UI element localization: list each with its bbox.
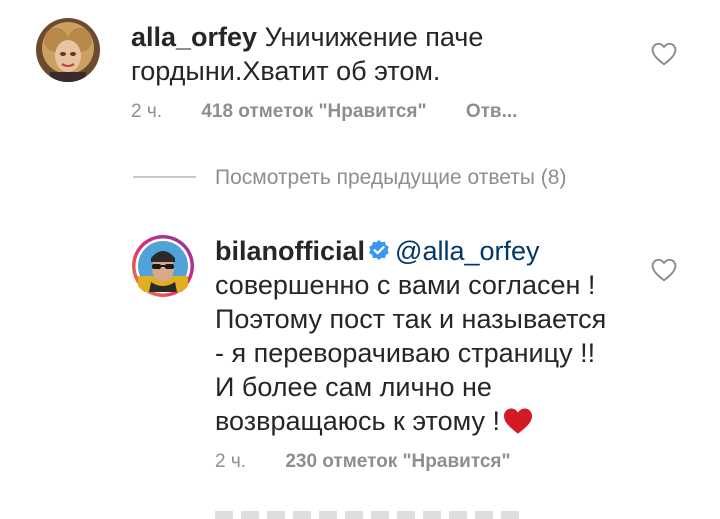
reply-body: bilanofficial @alla_orfey совершенно с в… xyxy=(215,234,615,438)
reply-mention-link[interactable]: @alla_orfey xyxy=(395,236,539,266)
reply-time[interactable]: 2 ч. xyxy=(215,451,246,472)
reply-meta: 2 ч. 230 отметок "Нравится" xyxy=(215,451,511,473)
avatar-bilanofficial-image xyxy=(132,235,194,297)
comment-reply-button[interactable]: Отв... xyxy=(466,101,518,122)
comment-username[interactable]: alla_orfey xyxy=(131,22,257,52)
avatar-bilanofficial[interactable] xyxy=(131,234,195,298)
view-previous-replies-button[interactable]: Посмотреть предыдущие ответы (8) xyxy=(215,166,566,190)
reply-likes[interactable]: 230 отметок "Нравится" xyxy=(285,451,510,472)
red-heart-icon xyxy=(504,408,533,434)
avatar-alla-orfey[interactable] xyxy=(36,18,100,82)
clipped-next-row xyxy=(215,511,525,519)
comment-meta: 2 ч. 418 отметок "Нравится" Отв... xyxy=(131,101,517,123)
comment-like-heart-icon[interactable] xyxy=(651,42,677,66)
comment-time[interactable]: 2 ч. xyxy=(131,101,162,122)
comment-body: alla_orfey Уничижение паче гордыни.Хвати… xyxy=(131,20,551,88)
reply-text: совершенно с вами согласен ! Поэтому пос… xyxy=(215,270,607,436)
reply-like-heart-icon[interactable] xyxy=(651,258,677,282)
comment-likes[interactable]: 418 отметок "Нравится" xyxy=(201,101,426,122)
verified-badge-icon xyxy=(369,240,389,260)
thread-divider xyxy=(133,176,196,178)
avatar-alla-orfey-image xyxy=(36,18,100,82)
reply-username[interactable]: bilanofficial xyxy=(215,236,365,266)
